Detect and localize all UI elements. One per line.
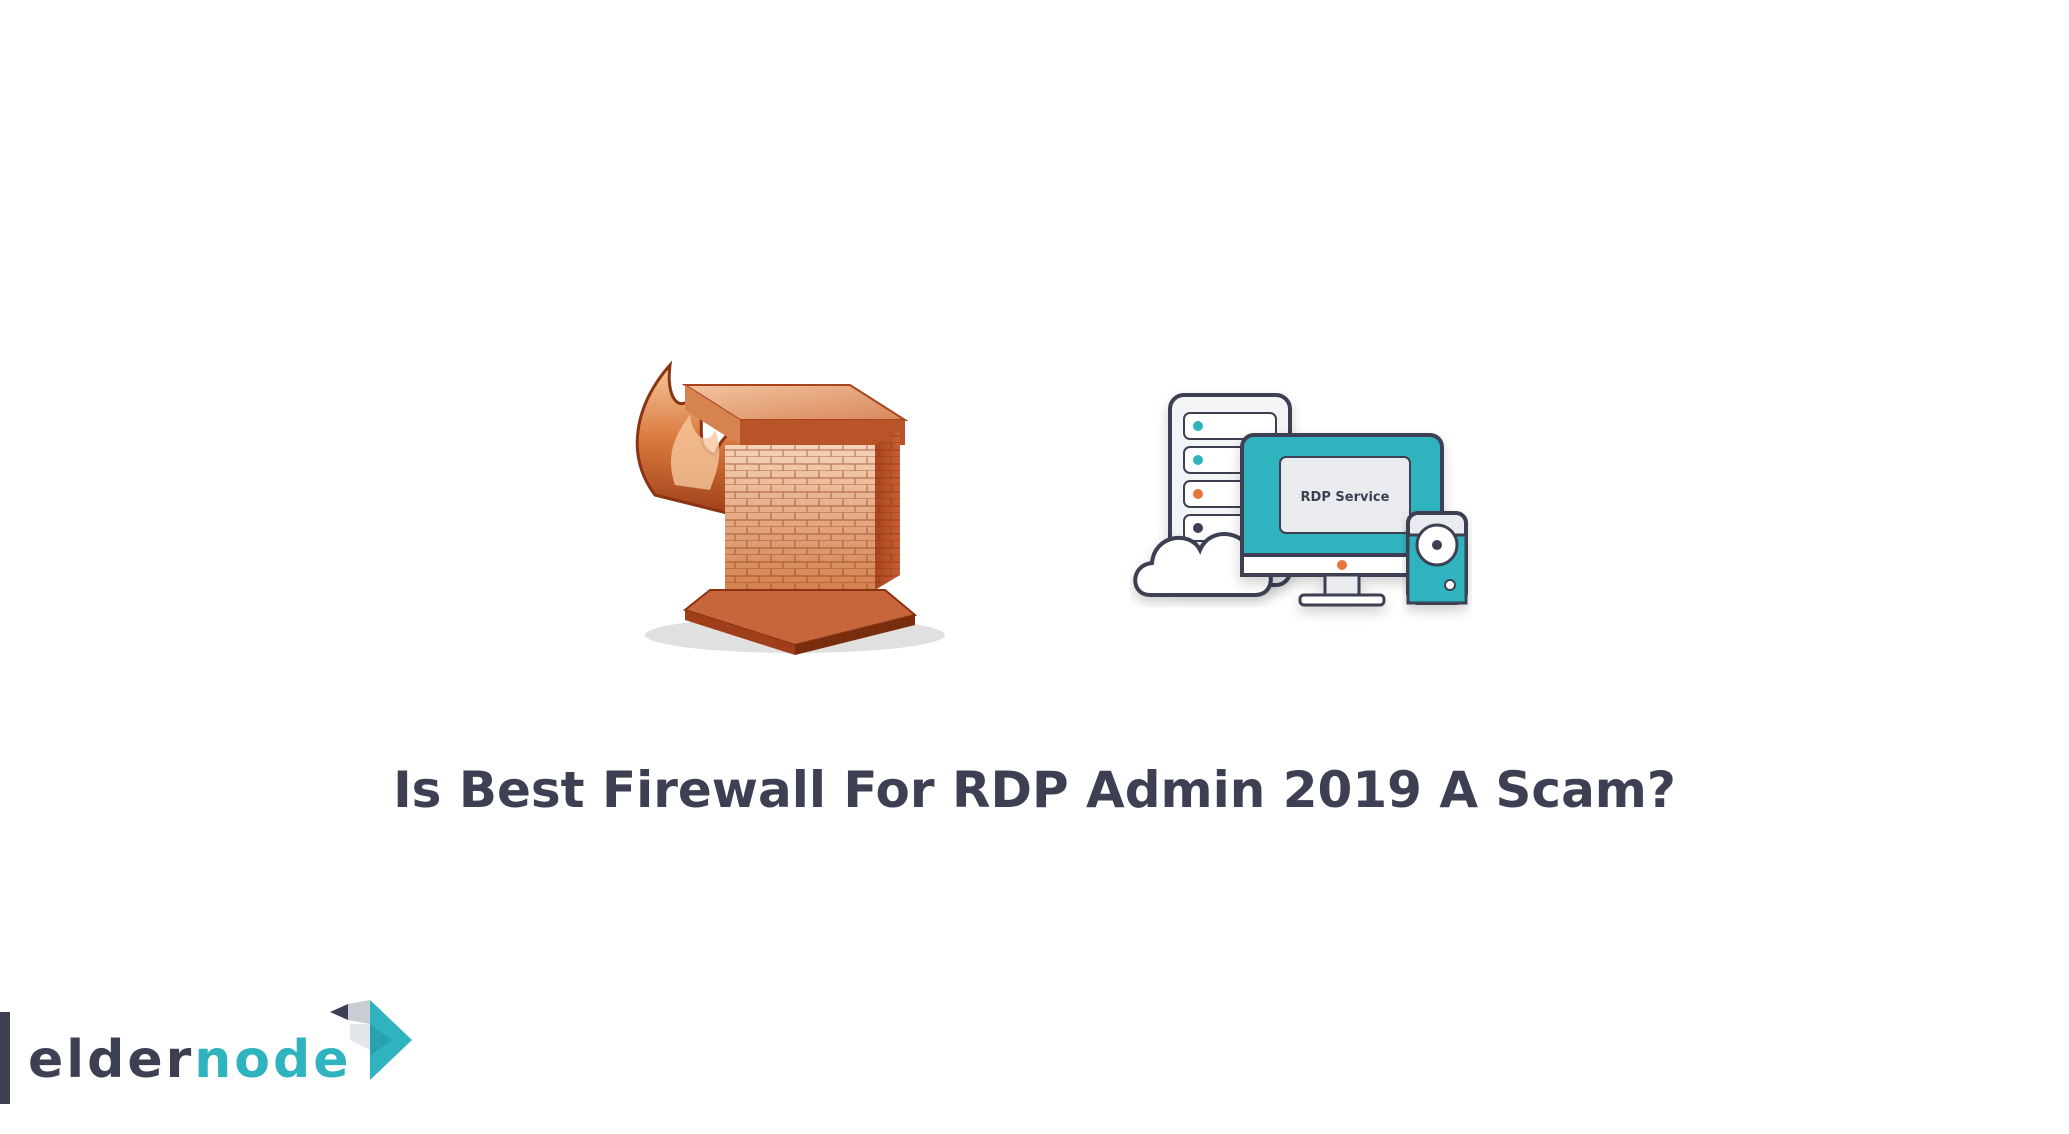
logo-text: eldernode <box>28 1030 351 1090</box>
firewall-icon <box>635 360 945 655</box>
logo-text-part-2: node <box>194 1030 352 1090</box>
page-title: Is Best Firewall For RDP Admin 2019 A Sc… <box>393 761 1676 819</box>
logo-text-part-1: elder <box>28 1030 195 1090</box>
rdp-screen-label: RDP Service <box>1301 490 1390 505</box>
eldernode-logo: eldernode <box>0 1000 430 1110</box>
play-icon <box>330 1000 412 1080</box>
rdp-service-icon: RDP Service <box>1133 393 1468 607</box>
logo-bar <box>0 1012 10 1104</box>
